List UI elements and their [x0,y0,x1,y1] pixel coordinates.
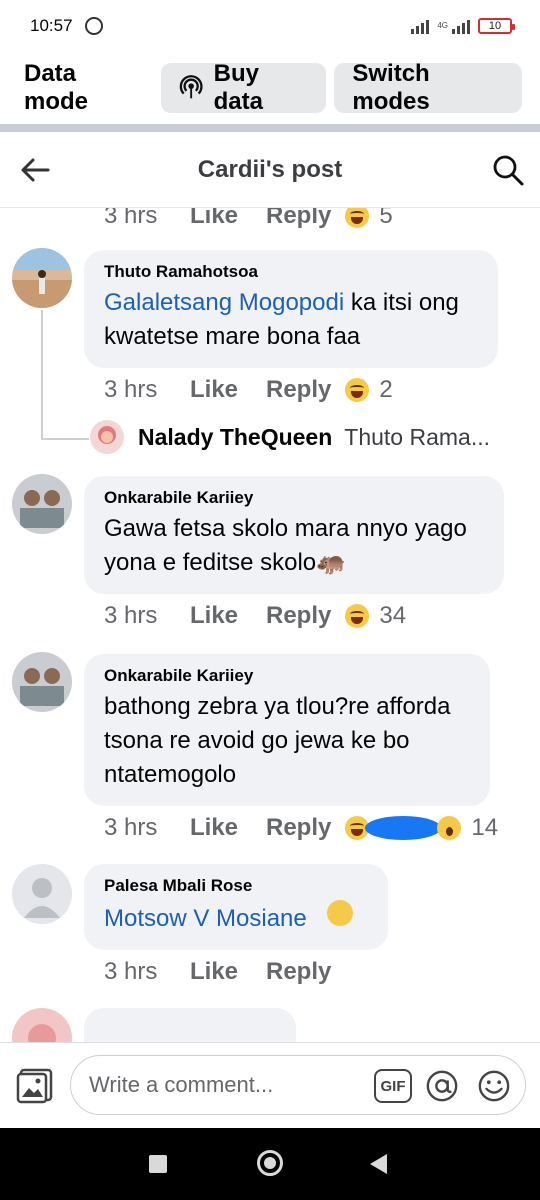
mention-link[interactable]: Motsow V Mosiane [104,905,307,932]
search-icon[interactable] [492,154,524,186]
alarm-icon [84,17,103,35]
like-button[interactable]: Like [190,208,266,230]
comment-meta-row: 3 hrs Like Reply [104,958,345,986]
like-button[interactable]: Like [190,958,266,986]
status-time: 10:57 [30,16,73,35]
comment-bubble[interactable]: Thuto Ramahotsoa Galaletsang Mogopodi ka… [84,250,498,368]
back-arrow-icon[interactable] [20,156,50,184]
comment-meta-row: 3 hrs Like Reply 2 [104,376,393,404]
reply-button[interactable]: Reply [266,958,331,986]
comment-text: Motsow V Mosiane [104,900,368,936]
reaction-count[interactable]: 14 [471,814,498,842]
comment-placeholder: Write a comment... [89,1072,274,1097]
thread-line [41,310,43,440]
comment-text: bathong zebra ya tlou?re afforda tsona r… [104,693,451,788]
avatar[interactable] [12,248,72,308]
switch-modes-label: Switch modes [352,60,430,115]
status-icons: 4G 10 [411,18,515,34]
battery-icon: 10 [478,18,515,34]
wifi-signal-icon [411,18,430,34]
network-type: 4G [437,21,448,30]
data-mode-label: Data mode [24,60,89,115]
like-button[interactable]: Like [190,376,266,404]
comment-time: 3 hrs [104,814,158,841]
buy-data-button[interactable]: Buy data [161,60,327,115]
section-divider [0,124,540,132]
reaction-count[interactable]: 34 [379,602,406,630]
thread-line [41,438,89,440]
reply-button[interactable]: Reply [266,376,331,404]
comment-meta-row: 3 hrs Like Reply 14 [104,814,498,842]
avatar[interactable] [12,474,72,534]
avatar[interactable] [12,864,72,924]
gif-label: GIF [380,1077,406,1095]
comment-bubble[interactable]: Onkarabile Kariiey Gawa fetsa skolo mara… [84,476,504,594]
haha-reaction-icon [345,378,370,402]
reply-preview[interactable]: Nalady TheQueen Thuto Rama... [90,420,490,454]
comment-bubble[interactable]: Palesa Mbali Rose Motsow V Mosiane [84,864,388,950]
data-mode-bar: Data mode Buy data Switch modes [0,52,540,124]
battery-level: 10 [488,20,502,32]
avatar [90,420,124,454]
comment-time: 3 hrs [104,376,158,403]
system-nav-bar [0,1128,540,1200]
comment-text: Galaletsang Mogopodi ka itsi ong kwatets… [104,289,459,350]
reply-button[interactable]: Reply [266,814,331,842]
comment-time: 3 hrs [104,602,158,629]
comment-author[interactable]: Onkarabile Kariiey [104,488,484,508]
photo-icon[interactable] [16,1067,54,1105]
comments-feed[interactable]: 3 hrs Like Reply 5 Thuto Ramahotsoa Gala… [0,208,540,1042]
avatar[interactable] [12,652,72,712]
comment-author[interactable]: Palesa Mbali Rose [104,876,368,896]
reply-button[interactable]: Reply [266,208,331,230]
reply-button[interactable]: Reply [266,602,331,630]
comment-time: 3 hrs [104,958,158,985]
avatar[interactable] [12,1008,72,1042]
wow-reaction-icon [437,816,462,840]
like-button[interactable]: Like [190,602,266,630]
page-title: Cardii's post [197,155,343,183]
reply-snippet: Thuto Rama... [344,423,491,450]
mention-at-icon[interactable] [424,1069,460,1103]
gif-button[interactable]: GIF [374,1069,412,1103]
recents-icon[interactable] [149,1155,167,1173]
comment-composer: Write a comment... GIF [0,1042,540,1128]
thumbs-up-reaction-icon [365,816,442,840]
status-bar: 10:57 4G 10 [0,0,540,52]
comment-bubble[interactable] [84,1008,296,1042]
broadcast-icon [180,75,203,99]
comment-text: Gawa fetsa skolo mara nnyo yago yona e f… [104,515,467,576]
mention-link[interactable]: Galaletsang Mogopodi [104,289,344,316]
comment-bubble[interactable]: Onkarabile Kariiey bathong zebra ya tlou… [84,654,490,806]
comment-author[interactable]: Onkarabile Kariiey [104,666,470,686]
reply-author: Nalady TheQueen [138,423,333,450]
reaction-count[interactable]: 5 [379,208,392,230]
reaction-count[interactable]: 2 [379,376,392,404]
comment-author[interactable]: Thuto Ramahotsoa [104,262,478,282]
comment-meta-row: 3 hrs Like Reply 5 [104,208,393,230]
system-back-icon[interactable] [370,1154,387,1174]
emoji-icon[interactable] [476,1069,512,1103]
haha-reaction-icon [345,604,370,628]
buy-data-label: Buy data [213,60,263,115]
switch-modes-button[interactable]: Switch modes [334,60,522,115]
home-icon[interactable] [257,1150,283,1176]
haha-reaction-icon [345,208,370,228]
post-header: Cardii's post [0,132,540,208]
like-button[interactable]: Like [190,814,266,842]
sleepy-emoji-icon [327,900,354,926]
cell-signal-icon [452,18,470,34]
comment-meta-row: 3 hrs Like Reply 34 [104,602,406,630]
comment-time: 3 hrs [104,208,158,229]
